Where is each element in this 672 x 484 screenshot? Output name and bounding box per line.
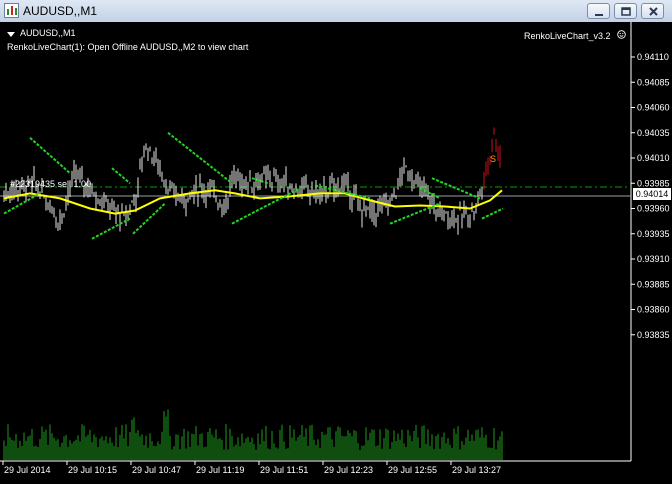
maximize-icon <box>621 7 631 16</box>
price-axis-label: 0.93985 <box>637 178 670 188</box>
time-axis-label: 29 Jul 12:23 <box>324 465 373 475</box>
band-segment <box>29 137 71 174</box>
time-axis-label: 29 Jul 12:55 <box>388 465 437 475</box>
band-segment <box>132 202 166 235</box>
chart-window-icon <box>4 3 19 18</box>
price-axis-label: 0.94085 <box>637 77 670 87</box>
order-label: #22319435 sell 1.00 <box>10 179 92 189</box>
window-titlebar: AUDUSD,,M1 <box>0 0 672 23</box>
chart-symbol-label: AUDUSD,,M1 <box>20 28 76 38</box>
indicator-info-text: RenkoLiveChart(1): Open Offline AUDUSD,,… <box>7 42 249 52</box>
price-axis-label: 0.93960 <box>637 204 670 214</box>
band-segment <box>431 177 481 200</box>
time-axis-label: 29 Jul 10:47 <box>132 465 181 475</box>
price-axis-label: 0.93835 <box>637 330 670 340</box>
minimize-button[interactable] <box>587 3 610 19</box>
price-axis-label: 0.93860 <box>637 305 670 315</box>
chart-canvas: 0.94110 0.94085 0.94060 0.94035 0.94010 0.939… <box>0 22 670 475</box>
time-axis-label: 29 Jul 11:51 <box>260 465 308 475</box>
window-title: AUDUSD,,M1 <box>23 4 98 18</box>
price-axis-label: 0.93885 <box>637 279 670 289</box>
band-segment <box>111 167 131 185</box>
chart-menu-triangle-icon[interactable] <box>7 32 15 37</box>
price-axis-label: 0.94110 <box>637 52 669 62</box>
band-segment <box>91 217 131 240</box>
price-axis-label: 0.94060 <box>637 103 670 113</box>
price-chart[interactable]: 0.94110 0.94085 0.94060 0.94035 0.94010 0.939… <box>0 22 672 484</box>
time-axis-label: 29 Jul 2014 <box>4 465 51 475</box>
moving-average-line <box>3 189 503 215</box>
price-axis-label: 0.94035 <box>637 128 670 138</box>
maximize-button[interactable] <box>614 3 637 19</box>
indicator-name-label: RenkoLiveChart_v3.2 <box>524 31 611 41</box>
price-axis-label: 0.93910 <box>637 254 670 264</box>
sell-marker: S <box>490 154 496 164</box>
close-button[interactable] <box>641 3 664 19</box>
band-segment <box>481 207 504 220</box>
close-icon <box>649 7 658 16</box>
smiley-icon <box>617 30 626 39</box>
minimize-icon <box>595 14 603 16</box>
time-axis-label: 29 Jul 10:15 <box>68 465 117 475</box>
current-price-tag: 0.94014 <box>633 188 671 200</box>
time-axis-label: 29 Jul 11:19 <box>196 465 244 475</box>
time-axis-label: 29 Jul 13:27 <box>452 465 501 475</box>
price-axis-label: 0.94010 <box>637 153 670 163</box>
price-axis-label: 0.93935 <box>637 229 670 239</box>
